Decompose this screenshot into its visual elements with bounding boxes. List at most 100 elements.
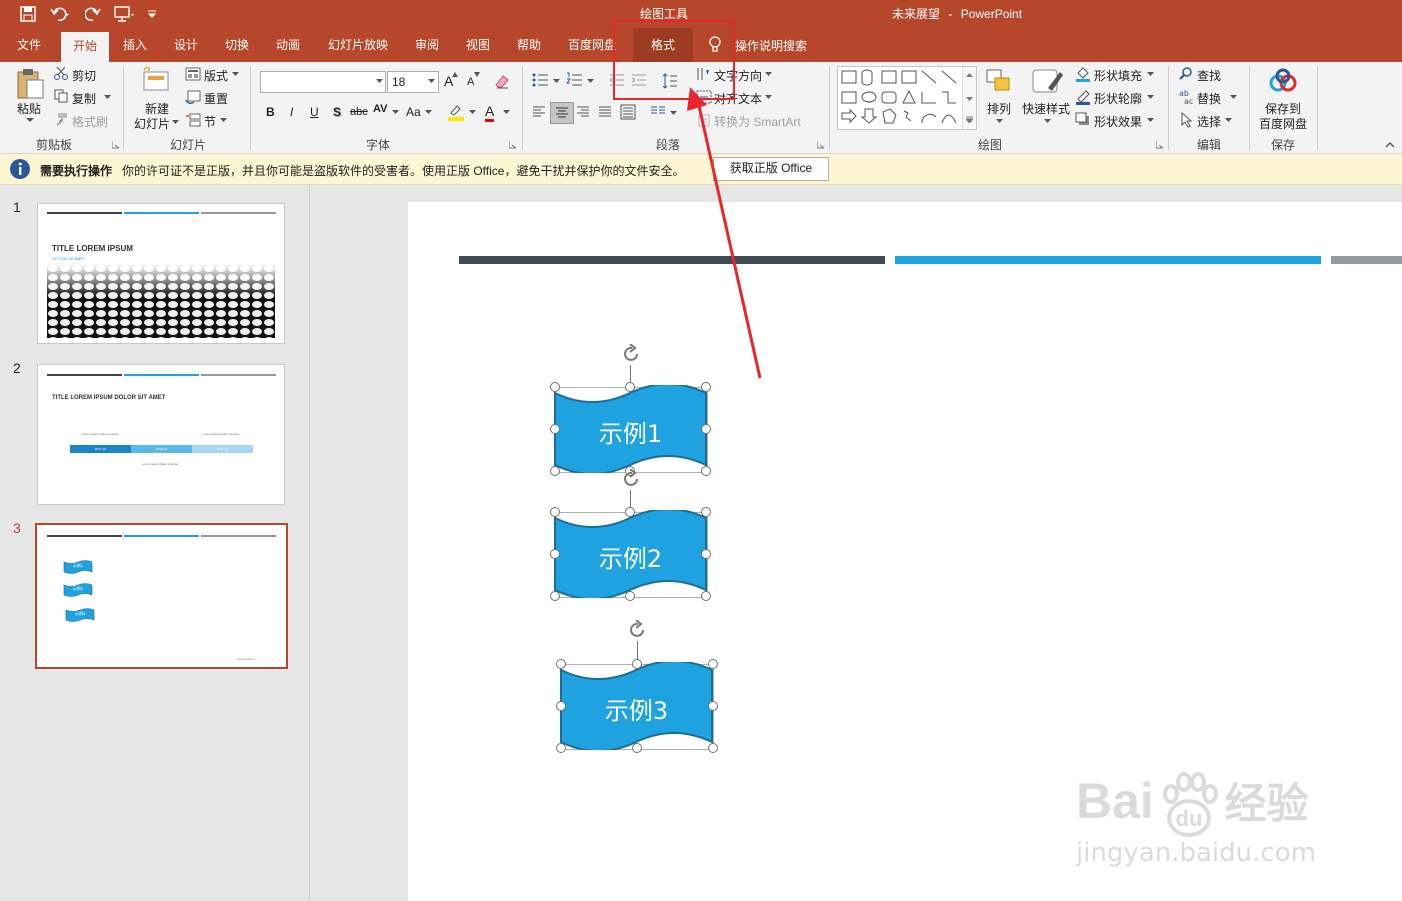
shapes-gallery-scroll[interactable] (962, 67, 976, 129)
rotate-handle-icon[interactable] (622, 344, 642, 366)
layout-button[interactable]: 版式 (204, 67, 228, 84)
resize-handle[interactable] (625, 507, 635, 517)
replace-button[interactable]: 替换 (1197, 90, 1221, 107)
align-right-icon[interactable] (576, 105, 590, 119)
section-dropdown-icon[interactable] (220, 118, 227, 122)
bullets-dropdown-icon[interactable] (553, 79, 560, 83)
tab-animations[interactable]: 动画 (267, 28, 309, 62)
tab-review[interactable]: 审阅 (406, 28, 448, 62)
copy-button[interactable]: 复制 (72, 90, 96, 107)
resize-handle[interactable] (550, 507, 560, 517)
font-size-dropdown-icon[interactable] (428, 79, 435, 83)
find-button[interactable]: 查找 (1197, 67, 1221, 84)
underline-button[interactable]: U (310, 105, 319, 119)
change-case-dropdown-icon[interactable] (425, 110, 432, 114)
resize-handle[interactable] (701, 549, 711, 559)
clipboard-launcher-icon[interactable] (112, 141, 120, 149)
font-name-dropdown-icon[interactable] (376, 79, 383, 83)
highlight-icon[interactable] (447, 103, 465, 121)
tab-file[interactable]: 文件 (8, 28, 50, 62)
shape-effects-button[interactable]: 形状效果 (1094, 113, 1142, 130)
justify-icon[interactable] (598, 105, 612, 119)
distributed-icon[interactable] (620, 104, 636, 120)
bold-button[interactable]: B (266, 105, 275, 119)
tell-me-search[interactable]: 操作说明搜索 (735, 37, 807, 54)
save-to-baidu-line-2[interactable]: 百度网盘 (1259, 115, 1307, 132)
format-painter-button[interactable]: 格式刷 (72, 113, 108, 130)
arrange-button[interactable]: 排列 (987, 100, 1011, 117)
resize-handle[interactable] (556, 659, 566, 669)
resize-handle[interactable] (701, 507, 711, 517)
slide-thumbnail-1[interactable]: TITLE LOREM IPSUM SIT DOLOR AMET (37, 203, 285, 344)
resize-handle[interactable] (708, 659, 718, 669)
customize-toolbar-icon[interactable] (147, 9, 157, 19)
shape-3-text[interactable]: 示例3 (561, 691, 712, 726)
rotate-handle-icon[interactable] (622, 469, 642, 491)
slide-thumbnail-3-selected[interactable]: 示例1 示例2 示例3 Lorem ipsum (35, 523, 288, 669)
layout-dropdown-icon[interactable] (232, 72, 239, 76)
font-color-button[interactable]: A (485, 103, 495, 122)
redo-icon[interactable] (85, 5, 101, 23)
align-left-icon[interactable] (532, 105, 546, 119)
paste-icon[interactable] (15, 68, 45, 100)
paste-button[interactable]: 粘贴 (17, 100, 41, 117)
resize-handle[interactable] (625, 382, 635, 392)
new-slide-label-2[interactable]: 幻灯片 (134, 115, 170, 132)
resize-handle[interactable] (550, 466, 560, 476)
resize-handle[interactable] (701, 591, 711, 601)
resize-handle[interactable] (632, 659, 642, 669)
shape-outline-dropdown-icon[interactable] (1147, 95, 1154, 99)
resize-handle[interactable] (708, 743, 718, 753)
collapse-ribbon-icon[interactable] (1385, 141, 1395, 148)
save-icon[interactable] (20, 6, 36, 22)
drawing-launcher-icon[interactable] (1156, 141, 1164, 149)
slide-thumbnail-2[interactable]: TITLE LOREM IPSUM DOLOR SIT AMET Lorem i… (37, 364, 285, 505)
resize-handle[interactable] (708, 701, 718, 711)
numbering-icon[interactable] (566, 72, 586, 88)
resize-handle[interactable] (550, 591, 560, 601)
reset-button[interactable]: 重置 (204, 90, 228, 107)
clear-formatting-icon[interactable] (494, 73, 510, 89)
change-case-button[interactable]: Aa (406, 105, 421, 119)
char-spacing-dropdown-icon[interactable] (392, 110, 399, 114)
tab-transitions[interactable]: 切换 (216, 28, 258, 62)
font-name-input[interactable] (260, 71, 386, 93)
paste-dropdown-icon[interactable] (26, 118, 34, 123)
arrange-dropdown-icon[interactable] (996, 119, 1003, 123)
shape-1-text[interactable]: 示例1 (555, 414, 706, 449)
select-dropdown-icon[interactable] (1225, 118, 1232, 122)
quick-styles-dropdown-icon[interactable] (1044, 119, 1051, 123)
resize-handle[interactable] (625, 591, 635, 601)
undo-icon[interactable] (50, 5, 72, 23)
tab-view[interactable]: 视图 (457, 28, 499, 62)
shadow-button[interactable]: S (333, 105, 341, 119)
resize-handle[interactable] (701, 424, 711, 434)
paragraph-launcher-icon[interactable] (817, 141, 825, 149)
resize-handle[interactable] (550, 549, 560, 559)
italic-button[interactable]: I (290, 105, 293, 119)
tab-slideshow[interactable]: 幻灯片放映 (318, 28, 398, 62)
section-button[interactable]: 节 (204, 113, 216, 130)
resize-handle[interactable] (550, 424, 560, 434)
strikethrough-button[interactable]: abc (350, 106, 368, 118)
char-spacing-button[interactable]: AV (373, 103, 387, 115)
shape-2-text[interactable]: 示例2 (555, 539, 706, 574)
quick-styles-button[interactable]: 快速样式 (1022, 100, 1070, 117)
columns-icon[interactable] (650, 105, 666, 119)
shrink-font-button[interactable]: A (467, 76, 474, 88)
bullets-icon[interactable] (532, 72, 552, 88)
shape-outline-button[interactable]: 形状轮廓 (1094, 90, 1142, 107)
align-center-button[interactable] (550, 102, 574, 124)
resize-handle[interactable] (556, 743, 566, 753)
select-button[interactable]: 选择 (1197, 113, 1221, 130)
copy-dropdown-icon[interactable] (104, 95, 111, 99)
tab-design[interactable]: 设计 (165, 28, 207, 62)
replace-dropdown-icon[interactable] (1230, 95, 1237, 99)
tab-insert[interactable]: 插入 (114, 28, 156, 62)
start-from-beginning-icon[interactable] (114, 5, 136, 23)
text-direction-dropdown-icon[interactable] (765, 72, 772, 76)
resize-handle[interactable] (556, 701, 566, 711)
shape-effects-dropdown-icon[interactable] (1147, 118, 1154, 122)
resize-handle[interactable] (632, 743, 642, 753)
cut-button[interactable]: 剪切 (72, 67, 96, 84)
